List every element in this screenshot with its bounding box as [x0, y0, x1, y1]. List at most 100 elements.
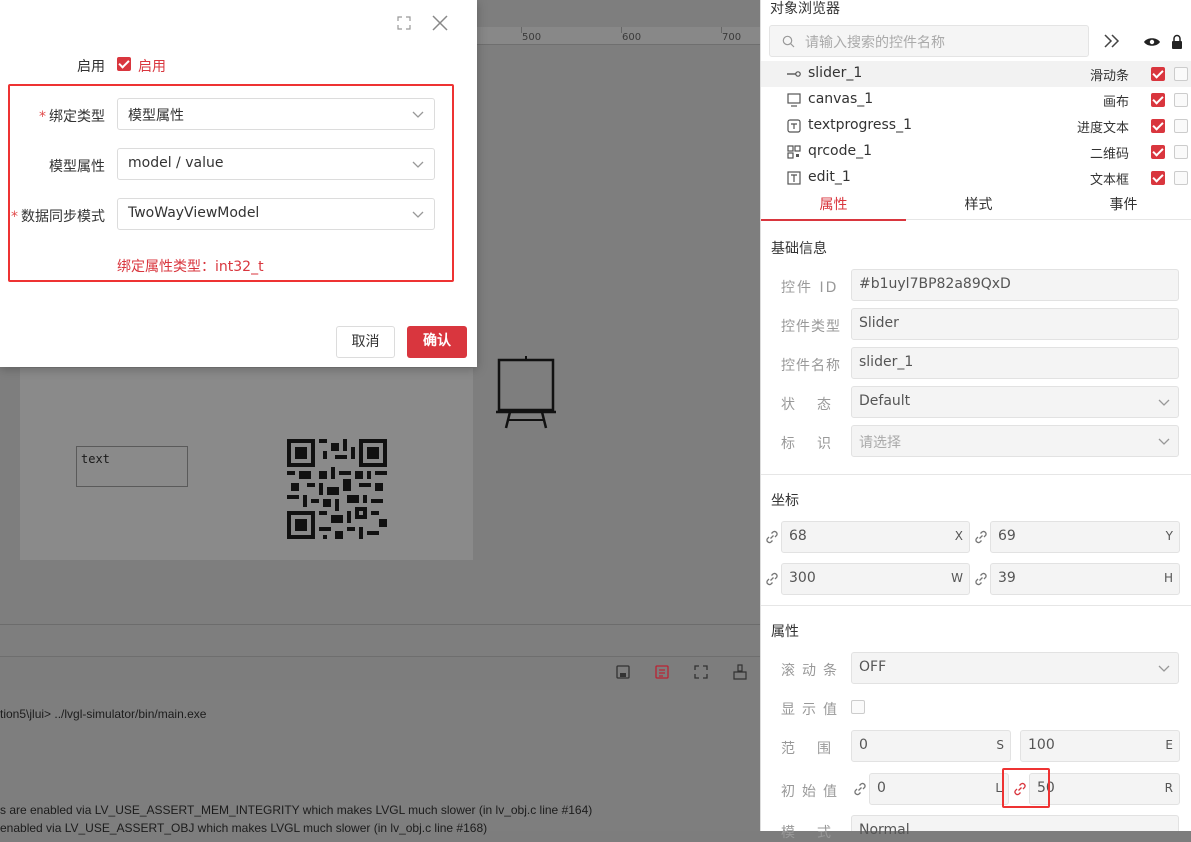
- ruler-label: 700: [722, 32, 742, 43]
- cancel-button[interactable]: 取消: [336, 326, 395, 358]
- range-end-value: 100: [1028, 737, 1055, 753]
- lock-checkbox[interactable]: [1174, 93, 1188, 107]
- widget-name-value: slider_1: [859, 354, 914, 370]
- lock-checkbox[interactable]: [1174, 67, 1188, 81]
- tree-item-edit[interactable]: edit_1 文本框: [761, 165, 1191, 191]
- close-icon[interactable]: [431, 14, 449, 32]
- enable-label: 启用: [77, 59, 105, 75]
- edit-widget[interactable]: text: [76, 446, 188, 487]
- visible-checkbox[interactable]: [1151, 67, 1165, 81]
- tree-item-canvas[interactable]: canvas_1 画布: [761, 87, 1191, 113]
- search-input[interactable]: 请输入搜索的控件名称: [769, 25, 1089, 57]
- editor-divider: [0, 624, 760, 625]
- range-end-field[interactable]: 100 E: [1020, 730, 1180, 762]
- link-icon[interactable]: [852, 781, 868, 797]
- x-field[interactable]: 68 X: [781, 521, 970, 553]
- show-value-checkbox[interactable]: [851, 700, 865, 714]
- tree-item-qrcode[interactable]: qrcode_1 二维码: [761, 139, 1191, 165]
- coord-title: 坐标: [771, 493, 799, 509]
- confirm-button[interactable]: 确认: [407, 326, 467, 358]
- console-line-text: tion5\jlui> ../lvgl-simulator/bin/main.e…: [0, 707, 207, 721]
- range-label: 范围: [781, 741, 853, 757]
- ruler-label: 600: [622, 32, 642, 43]
- enable-checkbox-label[interactable]: 启用: [138, 56, 166, 76]
- tree-item-textprogress[interactable]: textprogress_1 进度文本: [761, 113, 1191, 139]
- range-end-suffix: E: [1165, 738, 1173, 752]
- tree-item-name: qrcode_1: [808, 143, 873, 159]
- state-label: 状态: [781, 397, 853, 413]
- w-suffix: W: [951, 571, 963, 585]
- h-suffix: H: [1163, 571, 1173, 585]
- lock-checkbox[interactable]: [1174, 171, 1188, 185]
- console-toolbar: [0, 656, 760, 691]
- widget-type-label: 控件类型: [781, 319, 841, 335]
- canvas-icon: [787, 93, 801, 107]
- link-icon[interactable]: [973, 529, 989, 545]
- init-right-field[interactable]: 50 R: [1029, 773, 1180, 805]
- show-value-label: 显示值: [781, 702, 844, 718]
- x-value: 68: [789, 528, 807, 544]
- eye-icon[interactable]: [1143, 36, 1161, 48]
- tree-item-type: 画布: [1102, 95, 1129, 110]
- tree-item-type: 滑动条: [1089, 69, 1129, 84]
- easel-canvas-icon[interactable]: [496, 354, 556, 430]
- horizontal-ruler: 500 600 700: [477, 27, 760, 45]
- h-field[interactable]: 39 H: [990, 563, 1180, 595]
- link-icon[interactable]: [973, 571, 989, 587]
- tab-styles[interactable]: 样式: [906, 191, 1051, 219]
- textprogress-icon: [787, 119, 801, 133]
- enable-checkbox[interactable]: [117, 57, 131, 71]
- visible-checkbox[interactable]: [1151, 145, 1165, 159]
- y-value: 69: [998, 528, 1016, 544]
- widget-name-field[interactable]: slider_1: [851, 347, 1179, 379]
- state-select[interactable]: Default: [851, 386, 1179, 418]
- tab-properties[interactable]: 属性: [761, 191, 906, 221]
- state-value: Default: [859, 393, 911, 409]
- save-log-icon[interactable]: [615, 664, 631, 680]
- slider-icon: [787, 71, 801, 77]
- y-field[interactable]: 69 Y: [990, 521, 1180, 553]
- visible-checkbox[interactable]: [1151, 93, 1165, 107]
- console-output: tion5\jlui> ../lvgl-simulator/bin/main.e…: [0, 690, 760, 835]
- widget-type-field[interactable]: Slider: [851, 308, 1179, 340]
- tree-item-type: 二维码: [1089, 147, 1129, 162]
- double-chevron-right-icon[interactable]: [1103, 33, 1121, 49]
- scrollbar-select[interactable]: OFF: [851, 652, 1179, 684]
- lock-checkbox[interactable]: [1174, 145, 1188, 159]
- chevron-down-icon: [1158, 399, 1170, 406]
- log-icon[interactable]: [654, 664, 670, 680]
- clear-brush-icon[interactable]: [732, 664, 748, 680]
- lock-icon[interactable]: [1171, 34, 1183, 49]
- tree-item-name: slider_1: [808, 65, 863, 81]
- widget-type-value: Slider: [859, 315, 899, 331]
- w-field[interactable]: 300 W: [781, 563, 970, 595]
- tree-item-name: canvas_1: [808, 91, 874, 107]
- range-start-field[interactable]: 0S: [851, 730, 1011, 762]
- link-icon[interactable]: [764, 529, 780, 545]
- init-left-field[interactable]: 0L: [869, 773, 1009, 805]
- init-left-suffix: L: [995, 781, 1002, 795]
- widget-id-field[interactable]: #b1uyl7BP82a89QxD: [851, 269, 1179, 301]
- widget-id-label: 控件 ID: [781, 280, 839, 296]
- lock-checkbox[interactable]: [1174, 119, 1188, 133]
- chevron-down-icon: [1158, 665, 1170, 672]
- qrcode-widget[interactable]: [287, 439, 387, 539]
- link-icon[interactable]: [764, 571, 780, 587]
- init-value-label: 初始值: [781, 784, 844, 800]
- mode-value: Normal: [859, 822, 910, 838]
- console-line: s are enabled via LV_USE_ASSERT_MEM_INTE…: [0, 803, 593, 817]
- maximize-icon[interactable]: [396, 15, 412, 31]
- tag-placeholder: 请选择: [859, 435, 901, 451]
- panel-title: 对象浏览器: [770, 1, 840, 17]
- w-value: 300: [789, 570, 816, 586]
- visible-checkbox[interactable]: [1151, 119, 1165, 133]
- fullscreen-icon[interactable]: [693, 664, 709, 680]
- tree-item-slider[interactable]: slider_1 滑动条: [761, 61, 1191, 87]
- scrollbar-value: OFF: [859, 659, 887, 675]
- chevron-down-icon: [1158, 438, 1170, 445]
- tab-events[interactable]: 事件: [1051, 191, 1191, 219]
- visible-checkbox[interactable]: [1151, 171, 1165, 185]
- h-value: 39: [998, 570, 1016, 586]
- tag-select[interactable]: 请选择: [851, 425, 1179, 457]
- mode-select[interactable]: Normal: [851, 815, 1179, 838]
